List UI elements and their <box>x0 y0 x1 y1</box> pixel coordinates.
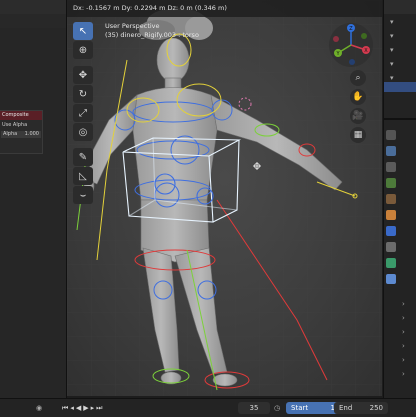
outliner-row[interactable]: ▾ <box>390 32 416 42</box>
cursor-select-icon[interactable]: ↖ <box>73 22 93 40</box>
play-icon[interactable]: ▶ <box>83 404 90 412</box>
start-frame-field[interactable]: Start 1 <box>286 402 340 414</box>
output-tab-icon[interactable] <box>386 162 396 172</box>
gizmo-x-label: X <box>364 48 368 54</box>
cursor-3d-icon[interactable]: ⊕ <box>73 41 93 59</box>
rotate-icon[interactable]: ↻ <box>73 85 93 103</box>
bone-tab-icon[interactable] <box>386 274 396 284</box>
panel-divider <box>384 118 416 120</box>
measure-icon[interactable]: ◺ <box>73 167 93 185</box>
end-frame-field[interactable]: End 250 <box>334 402 388 414</box>
use-alpha-option[interactable]: Use Alpha <box>0 120 42 129</box>
keyframe-icon[interactable]: ◉ <box>36 402 42 414</box>
outliner-row[interactable]: ▾ <box>390 18 416 28</box>
outliner-header[interactable] <box>384 0 416 14</box>
object-context: (35) dinero_Rigify.003 : torso <box>105 31 199 39</box>
transform-readout: Dx: -0.1567 m Dy: 0.2294 m Dz: 0 m (0.34… <box>67 0 382 17</box>
gizmo-z-label: Z <box>349 26 353 32</box>
playback-controls[interactable]: ⏮◂◀▶▸⏭ <box>62 402 104 414</box>
data-tab-icon[interactable] <box>386 258 396 268</box>
scene-tab-icon[interactable] <box>386 194 396 204</box>
camera-icon[interactable]: 🎥 <box>350 108 366 124</box>
grid-toggle-icon[interactable]: ▦ <box>350 127 366 143</box>
render-tab-icon[interactable] <box>386 146 396 156</box>
timeline-bar: ◉ ⏮◂◀▶▸⏭ 35 ◷ Start 1 End 250 <box>0 398 416 417</box>
move-icon[interactable]: ✥ <box>73 66 93 84</box>
alpha-field-value: 1.000 <box>24 131 39 137</box>
zoom-icon[interactable]: ⌕ <box>350 70 366 86</box>
particles-tab-icon[interactable] <box>386 242 396 252</box>
current-frame-field[interactable]: 35 <box>238 402 270 414</box>
pan-hand-icon[interactable]: ✋ <box>350 89 366 105</box>
tool-tab-icon[interactable] <box>386 130 396 140</box>
stopwatch-icon[interactable]: ◷ <box>274 402 280 414</box>
end-label: End <box>339 404 353 412</box>
collapse-arrow-icon[interactable]: › <box>402 300 416 310</box>
bone-roll-icon[interactable]: ⌣ <box>73 186 93 204</box>
node-editor-panel: Composite Use Alpha Alpha 1.000 <box>0 0 67 398</box>
scale-icon[interactable]: ⤢ <box>73 104 93 122</box>
collapse-arrow-icon[interactable]: › <box>402 328 416 338</box>
outliner-row[interactable]: ▾ <box>390 46 416 56</box>
collapse-arrow-icon[interactable]: › <box>402 356 416 366</box>
composite-node-title: Composite <box>0 111 42 120</box>
object-tab-icon[interactable] <box>386 210 396 220</box>
view-layer-tab-icon[interactable] <box>386 178 396 188</box>
view-info: User Perspective (35) dinero_Rigify.003 … <box>105 22 199 40</box>
outliner-row[interactable]: ▾ <box>390 60 416 70</box>
modifier-tab-icon[interactable] <box>386 226 396 236</box>
composite-node[interactable]: Composite Use Alpha Alpha 1.000 <box>0 110 43 154</box>
collapse-arrow-icon[interactable]: › <box>402 314 416 324</box>
jump-end-icon[interactable]: ⏭ <box>96 404 104 412</box>
node-editor-header[interactable] <box>0 0 66 14</box>
end-value: 250 <box>369 404 383 412</box>
navigation-gizmo[interactable]: Z Y X <box>328 22 374 68</box>
transform-icon[interactable]: ◎ <box>73 123 93 141</box>
collapse-arrow-icon[interactable]: › <box>402 342 416 352</box>
annotate-icon[interactable]: ✎ <box>73 148 93 166</box>
outliner-selected-row[interactable] <box>384 82 416 92</box>
navigation-buttons: ⌕ ✋ 🎥 ▦ <box>350 70 368 146</box>
toolbar: ↖ ⊕ ✥ ↻ ⤢ ◎ ✎ ◺ ⌣ <box>73 22 95 205</box>
alpha-field[interactable]: Alpha 1.000 <box>1 131 41 138</box>
3d-viewport[interactable]: Dx: -0.1567 m Dy: 0.2294 m Dz: 0 m (0.34… <box>67 0 382 396</box>
alpha-field-label: Alpha <box>3 131 18 137</box>
node-editor-subheader <box>0 14 66 28</box>
start-label: Start <box>291 404 309 412</box>
collapse-arrow-icon[interactable]: › <box>402 370 416 380</box>
properties-panel: ▾ ▾ ▾ ▾ ▾ › › › › › › <box>383 0 416 398</box>
view-name: User Perspective <box>105 22 160 30</box>
